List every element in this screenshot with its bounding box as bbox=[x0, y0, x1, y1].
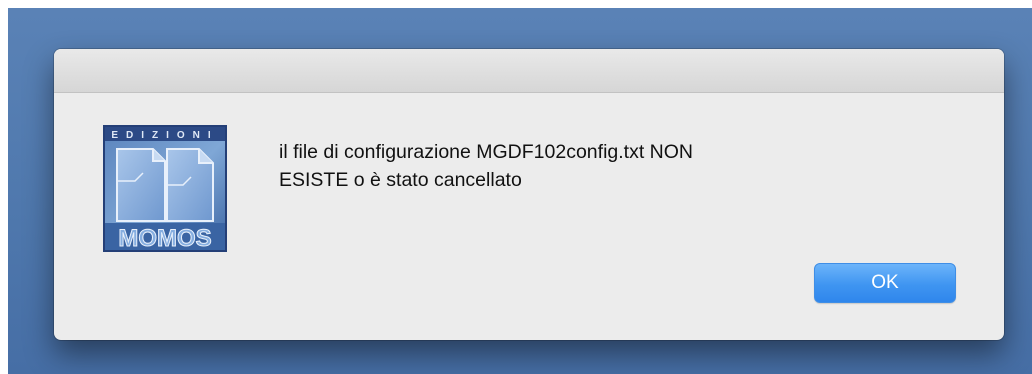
ok-button[interactable]: OK bbox=[814, 263, 956, 303]
alert-dialog: EDIZIONI MOMOS il file di configurazione… bbox=[54, 49, 1004, 340]
dialog-titlebar[interactable] bbox=[54, 49, 1004, 93]
logo-top-text: EDIZIONI bbox=[111, 130, 218, 141]
alert-message-line: il file di configurazione MGDF102config.… bbox=[279, 141, 694, 163]
alert-message: il file di configurazione MGDF102config.… bbox=[279, 138, 919, 194]
edizioni-momos-logo-icon: EDIZIONI MOMOS bbox=[103, 125, 227, 253]
logo-bottom-text: MOMOS bbox=[118, 225, 211, 252]
alert-message-line: ESISTE o è stato cancellato bbox=[279, 169, 522, 191]
